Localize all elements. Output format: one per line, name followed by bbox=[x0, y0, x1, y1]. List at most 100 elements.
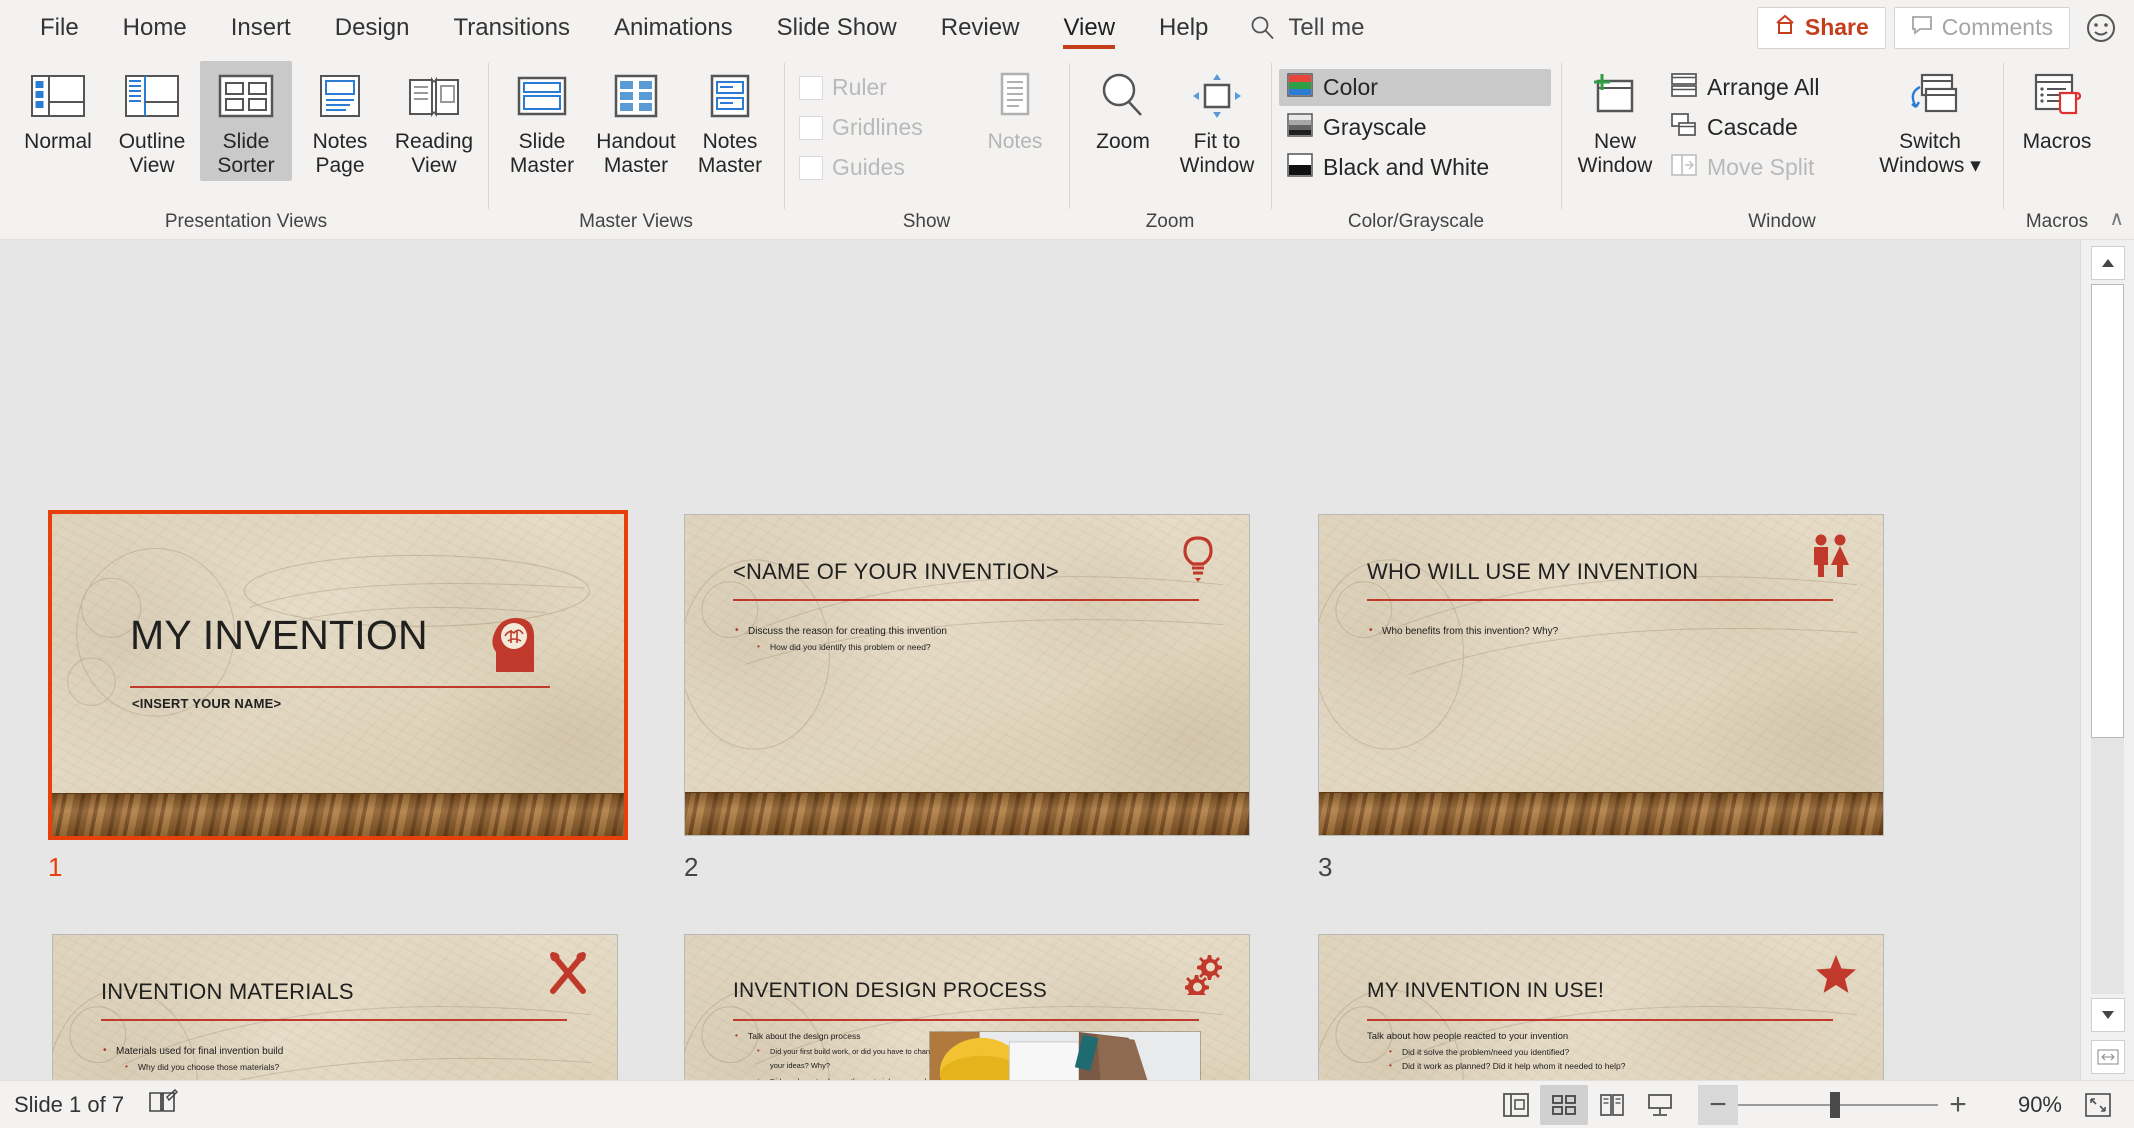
slide-title-rule bbox=[101, 1019, 567, 1021]
ruler-label: Ruler bbox=[832, 74, 887, 100]
macros-button[interactable]: Macros bbox=[2011, 61, 2103, 158]
arrange-all-button[interactable]: Arrange All bbox=[1663, 69, 1863, 106]
tab-help[interactable]: Help bbox=[1137, 0, 1230, 55]
slide-thumbnail-4[interactable]: INVENTION MATERIALS Materials used for f… bbox=[52, 934, 618, 1080]
feedback-smiley-icon[interactable] bbox=[2078, 12, 2124, 44]
checkbox-icon bbox=[799, 75, 823, 100]
handout-master-icon bbox=[608, 67, 664, 125]
status-bar: Slide 1 of 7 − + 90% bbox=[0, 1080, 2134, 1128]
ribbon-group-window: New Window Arrange All Cascade Move Spli… bbox=[1561, 55, 2003, 239]
slide-sorter-view-button[interactable] bbox=[1540, 1085, 1588, 1125]
scroll-down-button[interactable] bbox=[2091, 998, 2125, 1032]
bullet-item: How did you identify this problem or nee… bbox=[757, 640, 1195, 653]
slide-counter[interactable]: Slide 1 of 7 bbox=[14, 1092, 124, 1118]
tab-insert[interactable]: Insert bbox=[209, 0, 313, 55]
black-and-white-button[interactable]: Black and White bbox=[1279, 149, 1551, 186]
lightbulb-icon bbox=[1181, 535, 1215, 588]
scrollbar-thumb[interactable] bbox=[2091, 284, 2124, 739]
normal-view-button[interactable]: Normal bbox=[12, 61, 104, 158]
tab-transitions[interactable]: Transitions bbox=[431, 0, 591, 55]
share-label: Share bbox=[1804, 14, 1869, 40]
split-handle[interactable] bbox=[2091, 1040, 2125, 1074]
tab-design[interactable]: Design bbox=[313, 0, 432, 55]
share-icon bbox=[1774, 14, 1796, 42]
new-window-label: New Window bbox=[1577, 130, 1653, 177]
scroll-up-button[interactable] bbox=[2091, 246, 2125, 280]
zoom-slider[interactable] bbox=[1738, 1085, 1938, 1125]
slide-thumbnail-1[interactable]: MY INVENTION <INSERT YOUR NAME> bbox=[48, 510, 628, 840]
scrollbar-track[interactable] bbox=[2091, 284, 2124, 994]
ribbon-group-color-grayscale: Color Grayscale Black and White Color/Gr… bbox=[1271, 55, 1561, 239]
guides-checkbox[interactable]: Guides bbox=[792, 149, 967, 186]
slide-title-rule bbox=[130, 686, 550, 688]
zoom-button-label: Zoom bbox=[1096, 130, 1150, 153]
ruler-checkbox[interactable]: Ruler bbox=[792, 69, 967, 106]
arrange-all-label: Arrange All bbox=[1707, 74, 1820, 100]
move-split-label: Move Split bbox=[1707, 154, 1815, 180]
fit-slide-to-window-icon[interactable] bbox=[2074, 1085, 2122, 1125]
tab-review[interactable]: Review bbox=[919, 0, 1042, 55]
normal-view-button[interactable] bbox=[1492, 1085, 1540, 1125]
zoom-in-button[interactable]: + bbox=[1938, 1085, 1978, 1125]
new-window-button[interactable]: New Window bbox=[1569, 61, 1661, 181]
slide-thumbnail-2[interactable]: <NAME OF YOUR INVENTION> Discuss the rea… bbox=[684, 514, 1250, 836]
gears-icon bbox=[1184, 953, 1223, 1000]
tab-animations[interactable]: Animations bbox=[592, 0, 755, 55]
notes-master-button[interactable]: Notes Master bbox=[684, 61, 776, 181]
tell-me-search[interactable]: Tell me bbox=[1230, 14, 1384, 42]
cascade-button[interactable]: Cascade bbox=[1663, 109, 1863, 146]
zoom-level-label[interactable]: 90% bbox=[1984, 1092, 2062, 1118]
brain-head-icon bbox=[488, 612, 540, 679]
slide-sorter-label: Slide Sorter bbox=[217, 130, 275, 177]
collapse-ribbon-button[interactable]: ∧ bbox=[2109, 206, 2124, 231]
move-split-icon bbox=[1670, 152, 1698, 184]
new-window-icon bbox=[1588, 67, 1642, 125]
tab-home[interactable]: Home bbox=[101, 0, 209, 55]
slide-master-icon bbox=[514, 67, 570, 125]
slide-sorter-canvas[interactable]: MY INVENTION <INSERT YOUR NAME> 1 <NAME … bbox=[0, 240, 2134, 1080]
switch-windows-button[interactable]: Switch Windows ▾ bbox=[1865, 61, 1995, 181]
zoom-button[interactable]: Zoom bbox=[1077, 61, 1169, 158]
tab-slide-show[interactable]: Slide Show bbox=[755, 0, 919, 55]
color-button[interactable]: Color bbox=[1279, 69, 1551, 106]
outline-view-button[interactable]: Outline View bbox=[106, 61, 198, 181]
color-label: Color bbox=[1323, 74, 1378, 100]
slide-thumbnail-5[interactable]: INVENTION DESIGN PROCESS Talk about the … bbox=[684, 934, 1250, 1080]
reading-view-button[interactable]: Reading View bbox=[388, 61, 480, 181]
notes-page-button[interactable]: Notes Page bbox=[294, 61, 386, 181]
black-white-swatch-icon bbox=[1286, 152, 1314, 184]
grayscale-button[interactable]: Grayscale bbox=[1279, 109, 1551, 146]
handout-master-button[interactable]: Handout Master bbox=[590, 61, 682, 181]
tab-view[interactable]: View bbox=[1041, 0, 1137, 55]
tab-file[interactable]: File bbox=[18, 0, 101, 55]
slide-show-button[interactable] bbox=[1636, 1085, 1684, 1125]
group-label-show: Show bbox=[902, 211, 951, 232]
slide-sorter-button[interactable]: Slide Sorter bbox=[200, 61, 292, 182]
group-label-color-grayscale: Color/Grayscale bbox=[1347, 211, 1485, 232]
share-button[interactable]: Share bbox=[1756, 6, 1886, 49]
reading-view-button[interactable] bbox=[1588, 1085, 1636, 1125]
fit-to-window-label: Fit to Window bbox=[1179, 130, 1255, 177]
slide-body: Materials used for final invention build… bbox=[103, 1044, 563, 1076]
slide-thumbnail-3[interactable]: WHO WILL USE MY INVENTION Who benefits f… bbox=[1318, 514, 1884, 836]
zoom-out-button[interactable]: − bbox=[1698, 1085, 1738, 1125]
notes-check-icon[interactable] bbox=[148, 1088, 179, 1121]
move-split-button[interactable]: Move Split bbox=[1663, 149, 1863, 186]
gridlines-label: Gridlines bbox=[832, 114, 923, 140]
search-icon bbox=[1250, 15, 1276, 41]
vertical-scrollbar[interactable] bbox=[2080, 240, 2134, 1080]
slide-thumbnail-6[interactable]: MY INVENTION IN USE! Talk about how peop… bbox=[1318, 934, 1884, 1080]
comments-button[interactable]: Comments bbox=[1893, 6, 2070, 49]
slide-master-button[interactable]: Slide Master bbox=[496, 61, 588, 181]
ribbon-tab-bar: File Home Insert Design Transitions Anim… bbox=[0, 0, 2134, 55]
slide-number-3: 3 bbox=[1318, 852, 1333, 882]
notes-button[interactable]: Notes bbox=[969, 61, 1061, 158]
fit-to-window-button[interactable]: Fit to Window bbox=[1171, 61, 1263, 181]
status-right: − + 90% bbox=[1492, 1081, 2122, 1128]
gridlines-checkbox[interactable]: Gridlines bbox=[792, 109, 967, 146]
zoom-slider-knob[interactable] bbox=[1830, 1092, 1840, 1118]
slide-title: MY INVENTION bbox=[130, 612, 428, 658]
comments-label: Comments bbox=[1941, 14, 2053, 40]
slide-master-label: Slide Master bbox=[509, 130, 575, 177]
slide-title-rule bbox=[1367, 599, 1833, 601]
